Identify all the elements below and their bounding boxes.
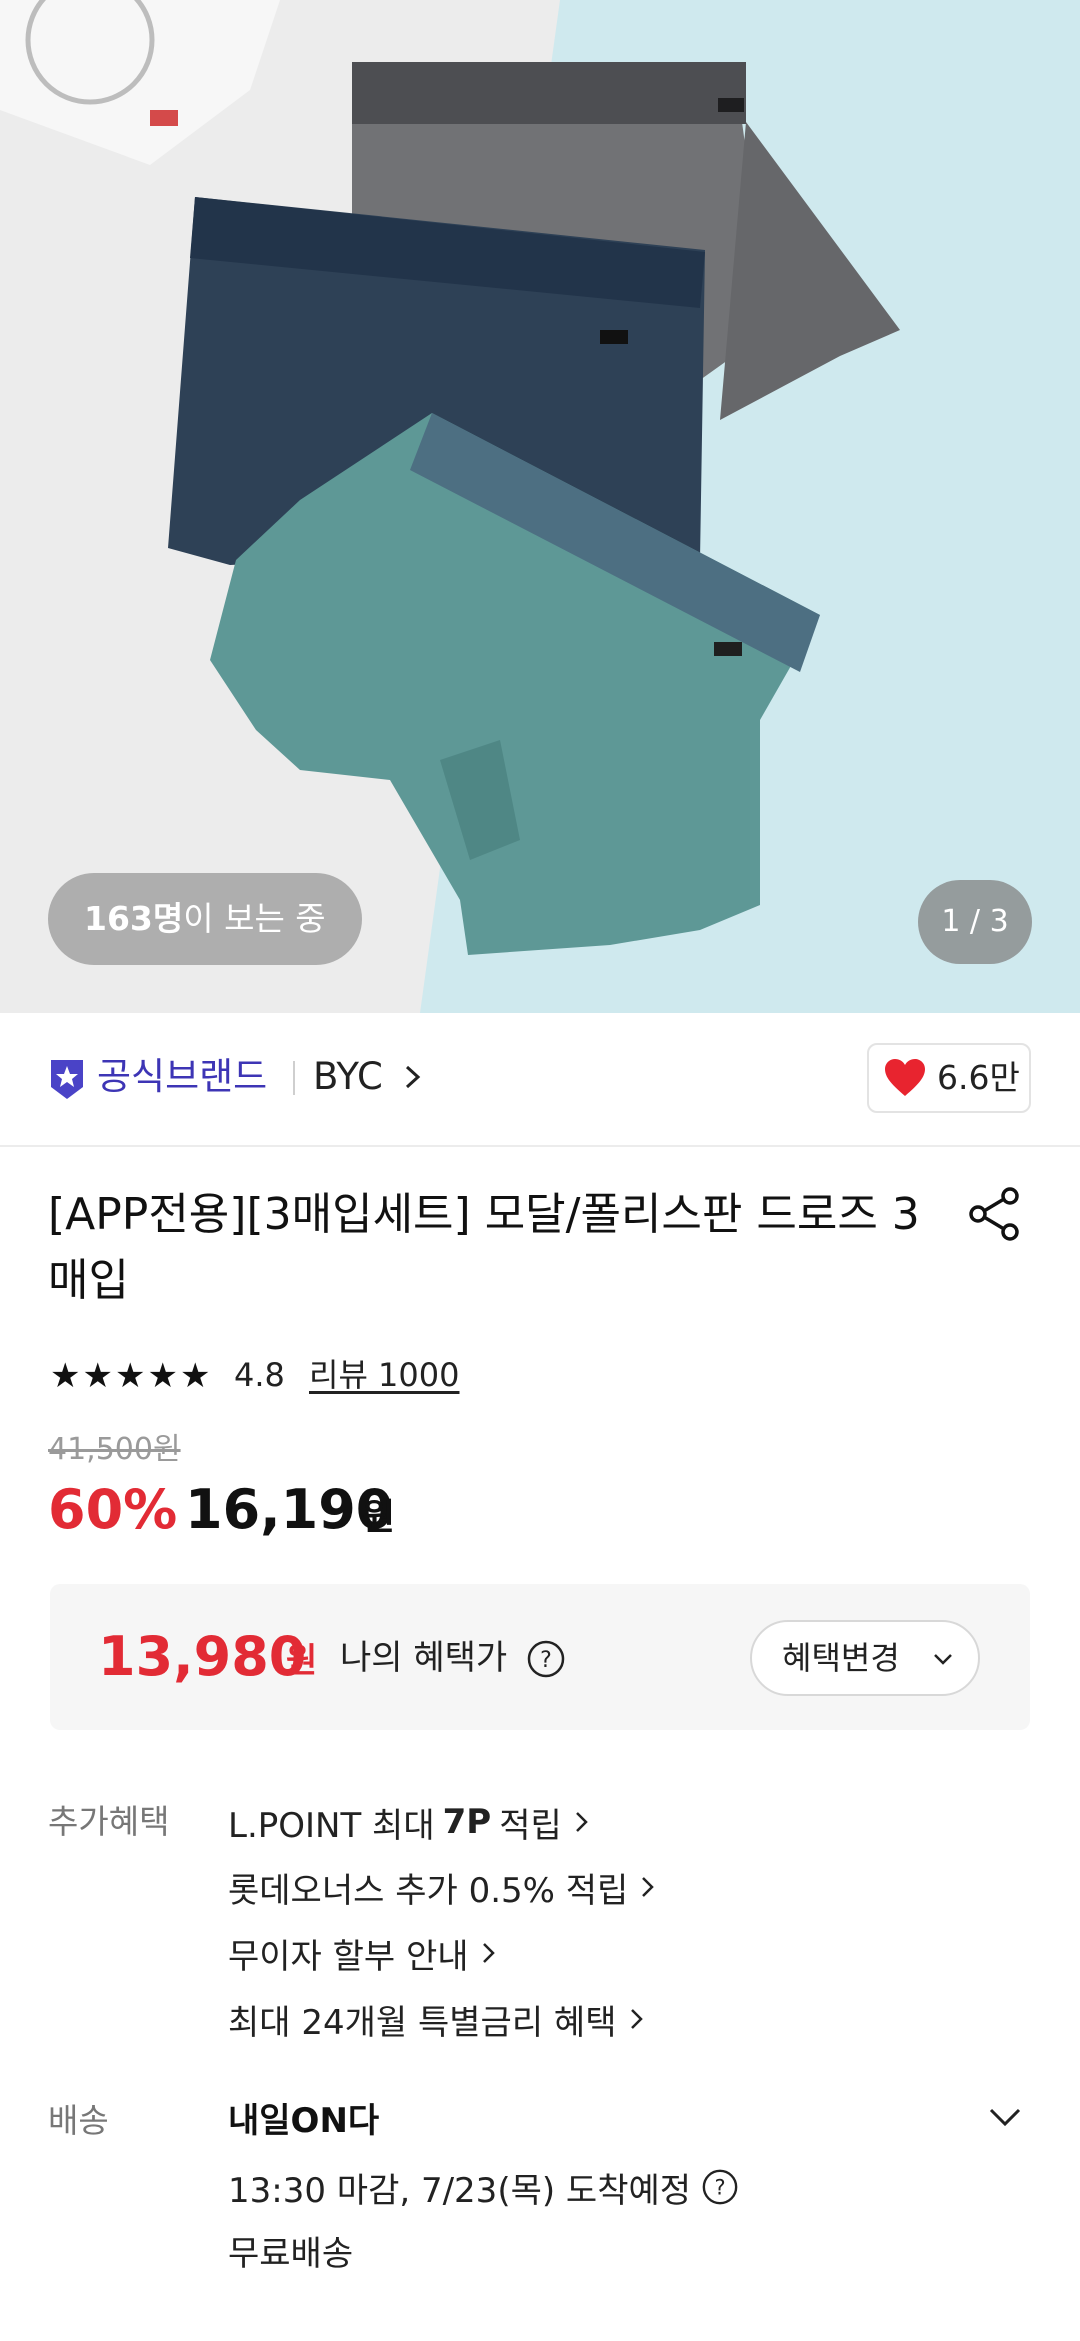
help-circle-icon[interactable]: ?: [526, 1639, 566, 1679]
review-link[interactable]: 리뷰 1000: [309, 1352, 460, 1398]
delivery-time-text: 13:30 마감, 7/23(목) 도착예정: [228, 2170, 692, 2211]
benefit-text: 무이자 할부 안내: [228, 1936, 469, 1977]
benefit-text: L.POINT 최대: [228, 1805, 435, 1846]
svg-text:?: ?: [540, 1648, 552, 1673]
divider: [293, 1061, 295, 1095]
official-badge-icon: [51, 1060, 83, 1099]
chevron-right-icon: [630, 2009, 643, 2029]
benefit-text: 적립: [499, 1805, 562, 1846]
original-price: 41,500원: [48, 1432, 181, 1467]
chevron-right-icon: [482, 1943, 495, 1963]
star-rating: ★ ★ ★ ★ ★: [50, 1356, 210, 1396]
product-image-carousel[interactable]: 163명이 보는 중 1 / 3: [0, 0, 1080, 1013]
benefit-item-installment[interactable]: 무이자 할부 안내: [228, 1928, 497, 1978]
chevron-down-icon[interactable]: [988, 2106, 1022, 2128]
brand-row: 공식브랜드 BYC 6.6만: [0, 1013, 1080, 1147]
discount-rate: 60%: [48, 1478, 178, 1541]
star-icon: ★: [179, 1356, 211, 1396]
extra-benefits-label: 추가혜택: [48, 1802, 170, 1841]
delivery-title: 내일ON다: [228, 2101, 380, 2141]
image-pager: 1 / 3: [918, 880, 1032, 964]
chevron-right-icon: [575, 1812, 588, 1832]
benefit-change-button[interactable]: 혜택변경: [750, 1620, 980, 1696]
rating-value: 4.8: [234, 1356, 285, 1394]
star-icon: ★: [50, 1356, 81, 1396]
delivery-time: 13:30 마감, 7/23(목) 도착예정 ?: [228, 2162, 739, 2212]
benefit-price-label: 나의 혜택가: [340, 1638, 508, 1678]
benefit-price-unit: 원: [286, 1641, 318, 1681]
brand-link[interactable]: BYC: [313, 1051, 383, 1103]
benefit-item-special-rate[interactable]: 최대 24개월 특별금리 혜택: [228, 1994, 645, 2044]
price-unit: 원: [362, 1497, 396, 1538]
like-button[interactable]: 6.6만: [867, 1043, 1031, 1113]
official-brand-label: 공식브랜드: [97, 1055, 268, 1098]
benefit-change-label: 혜택변경: [782, 1639, 900, 1677]
delivery-fee: 무료배송: [228, 2234, 354, 2274]
star-icon: ★: [114, 1356, 146, 1396]
heart-icon: [885, 1059, 925, 1096]
benefit-item-lotte-owners[interactable]: 롯데오너스 추가 0.5% 적립: [228, 1862, 656, 1912]
benefit-text: 최대 24개월 특별금리 혜택: [228, 2002, 617, 2043]
chevron-right-icon: [405, 1065, 421, 1089]
benefit-price-box: 13,980 원 나의 혜택가 ? 혜택변경: [50, 1584, 1030, 1730]
chevron-right-icon: [642, 1877, 655, 1897]
star-icon: ★: [82, 1356, 113, 1396]
svg-text:?: ?: [715, 2176, 726, 2200]
help-circle-icon[interactable]: ?: [701, 2168, 739, 2206]
star-icon: ★: [147, 1356, 178, 1396]
like-count: 6.6만: [937, 1058, 1020, 1097]
product-title: [APP전용][3매입세트] 모달/폴리스판 드로즈 3매입: [48, 1189, 920, 1306]
benefit-highlight: 7P: [442, 1802, 492, 1842]
delivery-label: 배송: [48, 2101, 109, 2140]
benefit-text: 롯데오너스 추가 0.5% 적립: [228, 1870, 629, 1911]
viewers-badge: 163명이 보는 중: [48, 873, 362, 965]
share-icon[interactable]: [966, 1186, 1022, 1242]
benefit-price: 13,980: [98, 1625, 307, 1688]
chevron-down-icon: [934, 1654, 952, 1665]
product-photo: [0, 0, 900, 1013]
benefit-item-lpoint[interactable]: L.POINT 최대 7P 적립: [228, 1797, 590, 1847]
